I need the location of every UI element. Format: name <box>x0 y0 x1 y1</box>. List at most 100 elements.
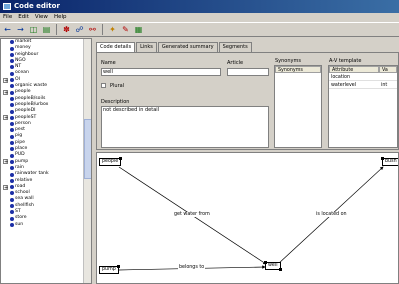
tree-item-label: pig <box>15 133 23 139</box>
code-node-icon <box>10 216 14 221</box>
code-node-icon <box>10 71 14 76</box>
node-people-label: people <box>102 159 119 164</box>
tree-item-label: pipe <box>15 139 25 145</box>
code-node-icon <box>10 134 14 139</box>
summary-icon[interactable]: ▦ <box>133 24 144 35</box>
description-label: Description <box>101 99 130 105</box>
code-node-icon <box>10 197 14 202</box>
tree-item-label: ST <box>15 209 21 215</box>
menu-edit[interactable]: Edit <box>18 13 29 22</box>
value-column-header[interactable]: Va <box>379 66 397 73</box>
tree-item[interactable]: sun <box>1 222 91 228</box>
scrollbar-thumb[interactable] <box>84 119 91 179</box>
av-template-table[interactable]: Attribute Va location waterlevel int <box>328 65 398 148</box>
diagram-links <box>118 166 384 271</box>
code-node-icon <box>10 222 14 227</box>
menu-bar: File Edit View Help <box>0 13 399 22</box>
tree-item-label: rainwater tank <box>15 171 49 177</box>
av-row-attribute[interactable]: location <box>329 74 379 81</box>
code-node-icon <box>10 141 14 146</box>
tab-links[interactable]: Links <box>136 42 157 52</box>
arrow-left-icon[interactable]: ← <box>2 24 13 35</box>
expand-icon[interactable]: + <box>3 77 8 83</box>
plural-label: Plural <box>110 83 125 89</box>
expand-icon[interactable]: + <box>3 90 8 96</box>
code-node-icon <box>10 46 14 51</box>
menu-help[interactable]: Help <box>54 13 67 22</box>
code-node-icon <box>10 159 14 164</box>
node-handle[interactable] <box>116 265 120 268</box>
tree-item-label: peopleST <box>15 114 37 120</box>
av-row-attribute[interactable]: waterlevel <box>329 82 379 89</box>
node-handle[interactable] <box>381 157 384 160</box>
tree-item-label: peopleDI <box>15 108 36 114</box>
description-field[interactable]: not described in detail <box>101 106 269 148</box>
code-node-icon <box>10 59 14 64</box>
node-handle[interactable] <box>119 157 123 160</box>
code-node-icon <box>10 78 14 83</box>
hierarchy-icon[interactable]: ◫ <box>28 24 39 35</box>
toolbar-separator <box>56 24 57 35</box>
synonyms-list[interactable]: Synonyms <box>274 65 322 148</box>
code-node-icon <box>10 128 14 133</box>
synonyms-column-header[interactable]: Synonyms <box>275 66 321 73</box>
article-field[interactable] <box>227 68 269 76</box>
report-icon[interactable]: ✎ <box>120 24 131 35</box>
code-editor-window: Code editor File Edit View Help ← → ◫ ▤ … <box>0 0 399 284</box>
tree-item-label: peopleB/urbox <box>15 101 49 107</box>
tab-bar: Code details Links Generated summary Seg… <box>96 42 253 53</box>
node-handle[interactable] <box>278 268 282 271</box>
plural-checkbox[interactable] <box>101 83 106 88</box>
tree-item-label: money <box>15 45 31 51</box>
name-field[interactable]: well <box>101 68 221 76</box>
code-icon[interactable]: ✽ <box>61 24 72 35</box>
node-bush[interactable]: bush <box>381 157 398 166</box>
code-node-icon <box>10 40 14 45</box>
node-handle[interactable] <box>264 261 267 264</box>
app-icon <box>3 3 11 10</box>
tree-item-label: neighbour <box>15 51 39 57</box>
code-node-icon <box>10 52 14 57</box>
node-pump[interactable]: pump <box>99 265 120 274</box>
tree-item-label: pest <box>15 127 25 133</box>
tree-item-label: OI <box>15 76 20 82</box>
title-bar: Code editor <box>0 0 399 13</box>
tree-item-label: person <box>15 120 31 126</box>
tree-icon[interactable]: ▤ <box>41 24 52 35</box>
code-node-icon <box>10 65 14 70</box>
code-node-icon <box>10 153 14 158</box>
tree-item-label: school <box>15 190 30 196</box>
menu-view[interactable]: View <box>35 13 48 22</box>
link-icon[interactable]: ⚯ <box>87 24 98 35</box>
arrow-right-icon[interactable]: → <box>15 24 26 35</box>
code-node-icon <box>10 204 14 209</box>
attribute-column-header[interactable]: Attribute <box>329 66 379 73</box>
name-label: Name <box>101 60 116 66</box>
av-row-value[interactable]: int <box>379 82 397 89</box>
code-node-icon <box>10 147 14 152</box>
filter-icon[interactable]: ✦ <box>107 24 118 35</box>
node-people[interactable]: people <box>99 157 123 166</box>
code-details-panel: Name well Article Plural Description not… <box>96 52 399 150</box>
expand-icon[interactable]: + <box>3 115 8 121</box>
expand-icon[interactable]: + <box>3 184 8 190</box>
av-row-value[interactable] <box>379 74 397 81</box>
node-bush-label: bush <box>385 159 397 164</box>
code-tree[interactable]: market money neighbour NGO NT ocean + OI organic… <box>0 38 92 284</box>
tab-segments[interactable]: Segments <box>218 42 252 52</box>
tree-item-label: organic waste <box>15 83 48 89</box>
expand-icon[interactable]: + <box>3 159 8 165</box>
tree-item-label: pump <box>15 158 29 164</box>
node-well[interactable]: well <box>264 261 282 271</box>
tree-item-label: relative <box>15 177 33 183</box>
tab-generated-summary[interactable]: Generated summary <box>157 42 218 52</box>
menu-file[interactable]: File <box>3 13 12 22</box>
tree-item-label: ocean <box>15 70 29 76</box>
code-node-icon <box>10 172 14 177</box>
tree-scrollbar[interactable] <box>83 39 91 283</box>
node-pump-label: pump <box>102 267 116 272</box>
network-icon[interactable]: ☍ <box>74 24 85 35</box>
tree-item-label: peopleB/soils <box>15 95 46 101</box>
tree-item-label: people <box>15 89 31 95</box>
code-network-diagram[interactable]: people well pump bush get water from is … <box>96 152 399 284</box>
